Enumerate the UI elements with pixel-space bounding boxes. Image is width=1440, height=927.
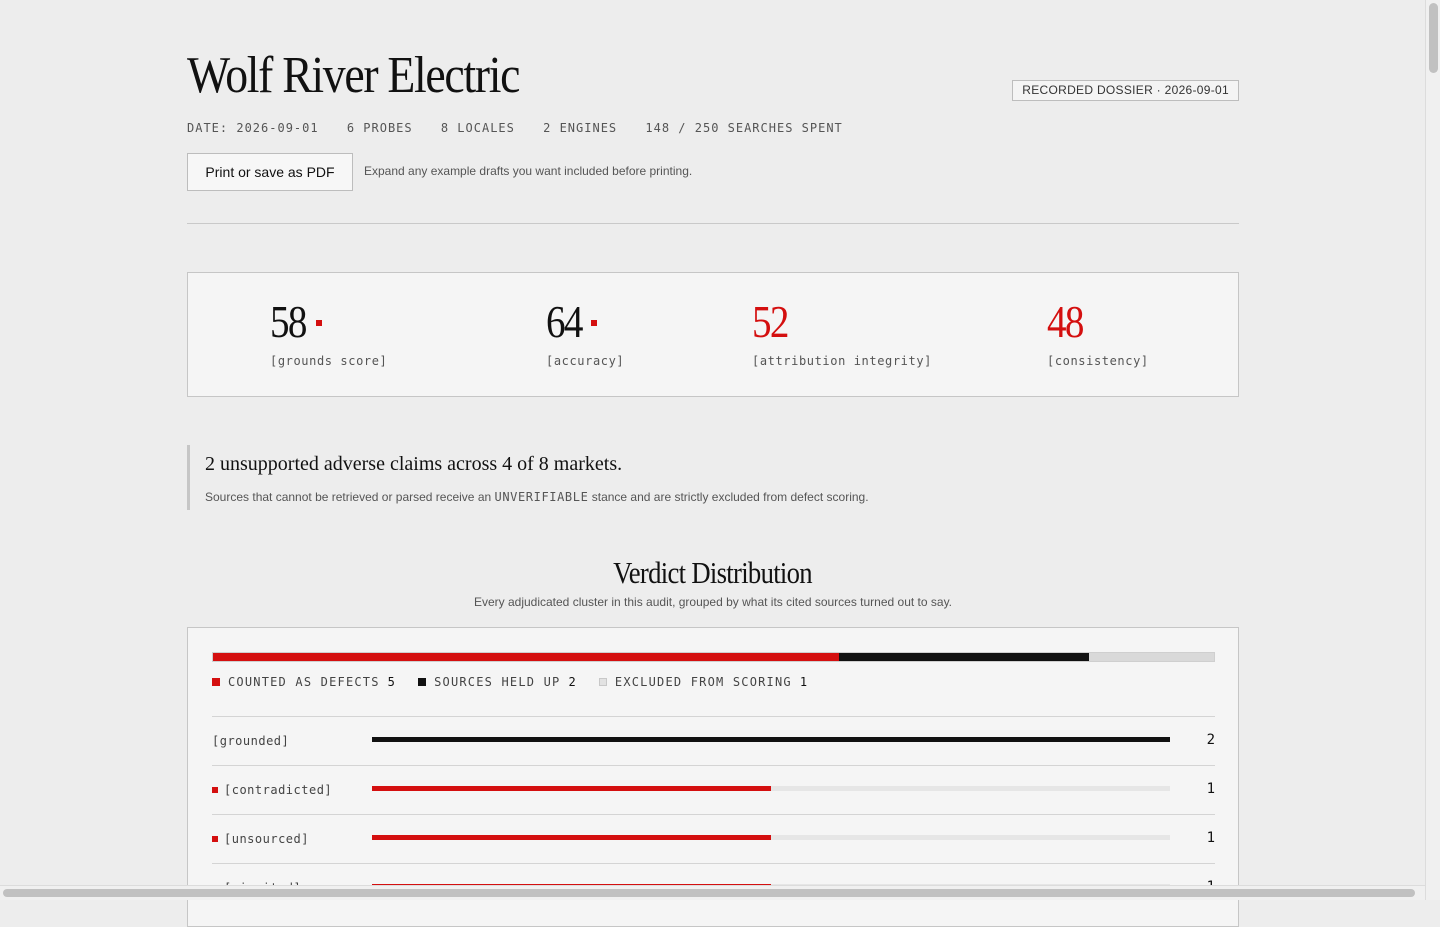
verdict-label: [contradicted] [212, 783, 332, 797]
verdict-track [372, 835, 1170, 840]
defect-marker [212, 787, 218, 793]
summary-callout: 2 unsupported adverse claims across 4 of… [187, 445, 1239, 510]
verdict-count: 1 [1206, 781, 1215, 797]
score-value: 58 [270, 296, 307, 347]
score-grounds: 58 [grounds score] [270, 296, 387, 369]
score-accuracy: 64 [accuracy] [546, 296, 624, 369]
section-title-text: Verdict Distribution [613, 555, 813, 590]
legend-count: 2 [568, 675, 577, 689]
flag-marker [316, 320, 322, 326]
legend-defects: COUNTED AS DEFECTS 5 [212, 675, 396, 689]
vertical-scrollbar[interactable] [1425, 0, 1440, 900]
verdict-bar [372, 737, 1170, 742]
verdict-label-text: [contradicted] [224, 783, 333, 797]
score-label: [attribution integrity] [752, 354, 932, 368]
stack-segment-defects [213, 653, 839, 661]
legend-swatch [598, 678, 607, 686]
scroll-thumb[interactable] [1429, 3, 1438, 73]
verdict-row: [unsourced] 1 [212, 814, 1215, 863]
verdict-bar [372, 786, 771, 791]
verdict-row: [contradicted] 1 [212, 765, 1215, 814]
meta-engines: 2 ENGINES [543, 121, 618, 135]
score-label: [grounds score] [270, 354, 388, 368]
callout-headline: 2 unsupported adverse claims across 4 of… [205, 453, 623, 475]
verdict-track [372, 786, 1170, 791]
verdict-label: [grounded] [212, 734, 289, 748]
legend-excluded: EXCLUDED FROM SCORING 1 [598, 675, 809, 689]
score-label: [accuracy] [546, 354, 625, 368]
callout-note-text: Sources that cannot be retrieved or pars… [205, 490, 495, 504]
meta-line: DATE: 2026-09-01 6 PROBES 8 LOCALES 2 EN… [187, 121, 863, 135]
legend-label: EXCLUDED FROM SCORING [614, 675, 792, 689]
score-attribution: 52 [attribution integrity] [752, 296, 931, 369]
horizontal-scrollbar[interactable] [0, 885, 1425, 900]
verdict-rows: [grounded]2[contradicted]1[unsourced]1[m… [212, 716, 1215, 912]
meta-locales: 8 LOCALES [440, 121, 515, 135]
dossier-badge: RECORDED DOSSIER · 2026-09-01 [1012, 80, 1239, 101]
callout-note: Sources that cannot be retrieved or pars… [205, 490, 869, 504]
meta-searches: 148 / 250 SEARCHES SPENT [645, 121, 843, 135]
verdict-row: [grounded] 2 [212, 716, 1215, 765]
meta-date: DATE: 2026-09-01 [187, 121, 319, 135]
print-hint: Expand any example drafts you want inclu… [364, 164, 693, 178]
score-label: [consistency] [1047, 354, 1149, 368]
callout-note-text-end: stance and are strictly excluded from de… [588, 490, 869, 504]
stack-segment-excluded [1088, 653, 1214, 661]
verdict-track [372, 737, 1170, 742]
score-value: 64 [546, 296, 583, 347]
verdict-bar [372, 835, 771, 840]
page-title: Wolf River Electric [187, 47, 520, 104]
legend-held-up: SOURCES HELD UP 2 [418, 675, 577, 689]
score-value: 52 [752, 296, 789, 347]
defect-marker [212, 836, 218, 842]
legend: COUNTED AS DEFECTS 5 SOURCES HELD UP 2 E… [212, 675, 830, 689]
verdict-distribution-panel: COUNTED AS DEFECTS 5 SOURCES HELD UP 2 E… [187, 627, 1239, 927]
section-title: Verdict Distribution [187, 553, 1239, 593]
legend-label: SOURCES HELD UP [434, 675, 561, 689]
legend-count: 1 [799, 675, 809, 689]
verdict-count: 2 [1206, 732, 1215, 748]
legend-swatch [418, 678, 427, 686]
verdict-label: [unsourced] [212, 832, 309, 846]
scroll-thumb[interactable] [3, 889, 1415, 897]
divider [187, 223, 1239, 224]
legend-count: 5 [387, 675, 397, 689]
section-subtitle: Every adjudicated cluster in this audit,… [473, 595, 953, 609]
verdict-label-text: [unsourced] [224, 832, 309, 846]
legend-label: COUNTED AS DEFECTS [228, 675, 380, 689]
unverifiable-code: UNVERIFIABLE [494, 490, 589, 504]
score-value: 48 [1047, 296, 1084, 347]
score-panel: 58 [grounds score] 64 [accuracy] 52 [att… [187, 272, 1239, 397]
stack-segment-held-up [838, 653, 1089, 661]
stacked-bar [212, 652, 1215, 662]
print-button[interactable]: Print or save as PDF [187, 153, 353, 191]
flag-marker [591, 320, 597, 326]
score-consistency: 48 [consistency] [1047, 296, 1148, 369]
meta-probes: 6 PROBES [346, 121, 413, 135]
legend-swatch [212, 678, 220, 686]
verdict-count: 1 [1206, 830, 1215, 846]
verdict-label-text: [grounded] [212, 734, 290, 748]
